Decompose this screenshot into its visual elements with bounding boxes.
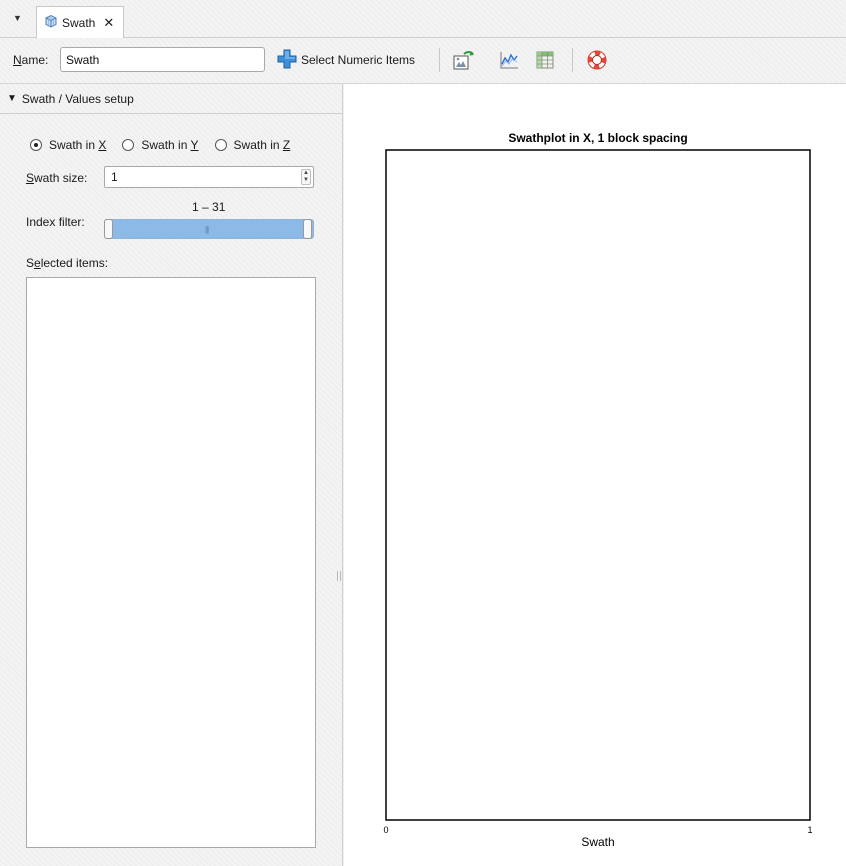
- slider-handle-high[interactable]: [303, 219, 312, 239]
- swath-setup-panel: ▼ Swath / Values setup Swath in X Swath …: [0, 84, 343, 866]
- tab-label: Swath: [62, 15, 96, 30]
- selected-items-list[interactable]: [26, 277, 316, 848]
- swath-size-label: Swath size:: [26, 171, 87, 185]
- slider-grip-icon[interactable]: |||: [205, 225, 209, 234]
- toolbar-separator: [572, 48, 573, 72]
- toolbar-separator: [439, 48, 440, 72]
- chart-icon[interactable]: [498, 49, 520, 71]
- swath-size-spinner[interactable]: 1 ▲ ▼: [104, 166, 314, 188]
- export-image-icon[interactable]: [452, 49, 474, 71]
- radio-label-key: X: [98, 138, 107, 152]
- radio-indicator: [214, 139, 227, 151]
- chart-title: Swathplot in X, 1 block spacing: [508, 131, 687, 145]
- select-add-icon: [276, 48, 298, 73]
- table-icon[interactable]: [534, 49, 556, 71]
- name-label-key: N: [13, 53, 22, 67]
- radio-indicator: [30, 139, 42, 151]
- index-filter-label: Index filter:: [26, 215, 85, 229]
- radio-label: Swath in Y: [141, 138, 198, 152]
- swath-size-label-rest: wath size:: [34, 171, 88, 185]
- tab-menu-dropdown[interactable]: ▼: [13, 13, 22, 23]
- index-filter-range-text: 1 – 31: [192, 200, 226, 214]
- tab-swath[interactable]: Swath ✕: [36, 6, 124, 38]
- name-label: Name:: [13, 53, 48, 67]
- radio-swath-z[interactable]: Swath in Z: [214, 138, 291, 152]
- name-label-rest: ame:: [21, 53, 49, 67]
- panel-splitter-handle[interactable]: [337, 571, 341, 581]
- swath-chart: Swathplot in X, 1 block spacing 01 Swath: [383, 131, 812, 849]
- index-filter-range-slider[interactable]: |||: [104, 219, 314, 239]
- swath-size-label-key: S: [26, 171, 35, 185]
- spinner-arrows-icon[interactable]: ▲ ▼: [301, 169, 311, 185]
- block-model-icon: [44, 14, 58, 31]
- collapse-triangle-icon: ▼: [7, 93, 17, 104]
- x-axis-ticks: 01: [383, 825, 812, 835]
- slider-handle-low[interactable]: [104, 219, 113, 239]
- radio-label-prefix: Swath in: [49, 138, 99, 152]
- select-numeric-items-label: Select Numeric Items: [301, 53, 416, 67]
- x-tick-label: 0: [383, 825, 388, 835]
- selected-items-label: Selected items:: [26, 256, 108, 270]
- close-icon[interactable]: ✕: [103, 15, 114, 31]
- section-header[interactable]: ▼ Swath / Values setup: [0, 84, 343, 114]
- radio-indicator: [122, 139, 135, 151]
- select-numeric-items-button[interactable]: Select Numeric Items: [276, 48, 415, 72]
- radio-label: Swath in X: [49, 138, 106, 152]
- radio-swath-y[interactable]: Swath in Y: [122, 138, 199, 152]
- help-lifebuoy-icon[interactable]: [586, 49, 608, 71]
- toolbar: Name: Select Numeric Items: [0, 38, 846, 84]
- radio-label-key: Z: [282, 138, 291, 152]
- radio-label-prefix: Swath in: [141, 138, 191, 152]
- x-tick-label: 1: [807, 825, 812, 835]
- chart-panel: Swathplot in X, 1 block spacing 01 Swath: [344, 84, 846, 866]
- swath-axis-radio-group: Swath in X Swath in Y Swath in Z: [30, 138, 290, 152]
- radio-swath-x[interactable]: Swath in X: [30, 138, 106, 152]
- x-axis-label: Swath: [581, 835, 614, 849]
- radio-label: Swath in Z: [234, 138, 291, 152]
- name-input[interactable]: [60, 47, 265, 72]
- selected-items-label-rest: lected items:: [40, 256, 109, 270]
- section-title: Swath / Values setup: [21, 91, 134, 106]
- selected-items-label-key: e: [34, 256, 41, 270]
- plot-area: [385, 149, 811, 821]
- radio-label-prefix: Swath in: [233, 138, 283, 152]
- tab-bar: ▼ Swath ✕: [0, 0, 846, 38]
- radio-label-key: Y: [190, 138, 199, 152]
- selected-items-label-pre: S: [26, 256, 35, 270]
- swath-size-value: 1: [111, 170, 118, 184]
